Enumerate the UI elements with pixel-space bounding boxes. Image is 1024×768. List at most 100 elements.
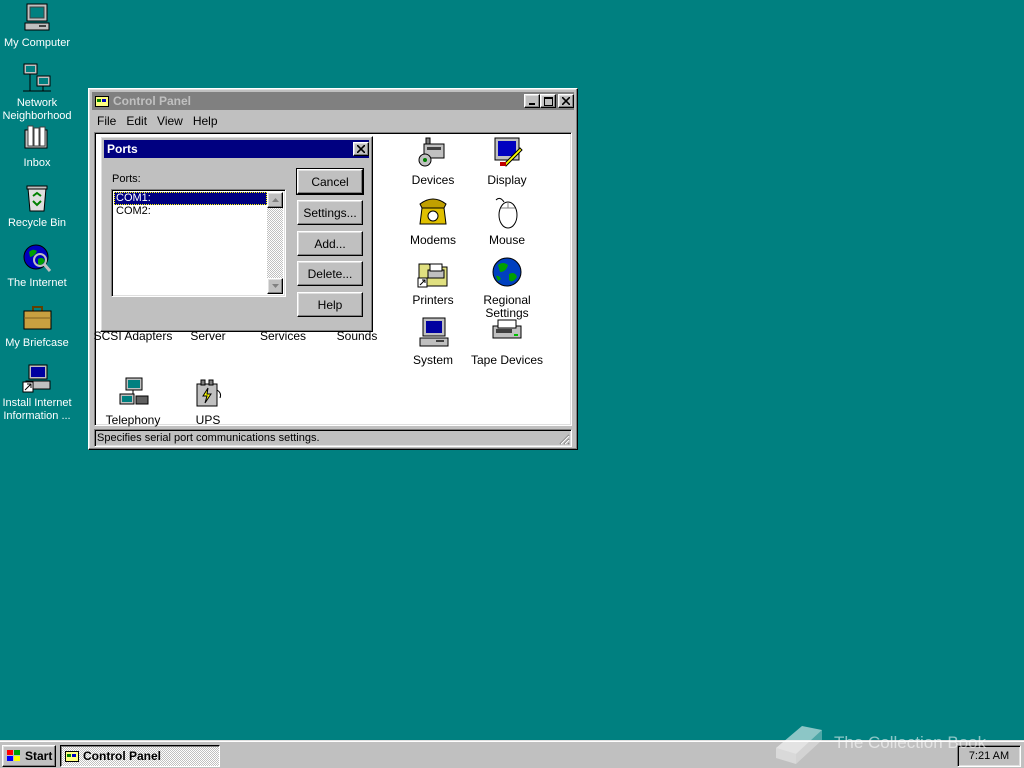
desktop-icon-label: The Internet [7,277,67,289]
maximize-button[interactable] [540,94,556,108]
globe-icon [492,257,522,287]
mouse-icon [495,197,518,229]
system-computer-icon [419,317,449,347]
arrow-down-icon [271,284,279,288]
cp-item-label: Modems [409,233,456,247]
delete-button-label: Delete... [307,266,353,281]
cp-item-label: Display [487,173,527,187]
clock[interactable]: 7:21 AM [969,750,1009,762]
desktop-icon-network-neighborhood[interactable]: Network Neighborhood [0,62,74,123]
inbox-icon [24,125,48,149]
status-text: Specifies serial port communications set… [97,432,320,444]
ports-dialog-titlebar[interactable]: Ports [104,140,369,158]
ports-list-label: Ports: [112,173,141,185]
port-item-label: COM1: [116,192,151,204]
help-button[interactable]: Help [297,292,363,317]
minimize-button[interactable] [524,94,540,108]
menu-view[interactable]: View [152,114,188,128]
computer-icon [24,3,50,31]
cp-item-label: Tape Devices [470,353,544,367]
ports-list: COM1: COM2: [114,192,267,294]
close-icon [357,145,365,153]
desktop-icon-label: Inbox [23,157,51,169]
menu-file-label: File [97,114,117,128]
port-item-com2[interactable]: COM2: [114,205,267,218]
cp-item-label: Devices [411,173,455,187]
ports-scrollbar[interactable] [267,192,283,294]
ports-dialog[interactable]: Ports Ports: COM1: COM2: Cancel Settings… [100,136,373,332]
cp-item-printers[interactable]: Printers [393,256,473,307]
settings-button[interactable]: Settings... [297,200,363,225]
cp-item-tape-devices[interactable]: Tape Devices [467,316,547,367]
settings-button-label: Settings... [303,205,357,220]
port-item-label: COM2: [116,205,151,217]
install-iis-icon [22,364,51,393]
cp-item-ups[interactable]: UPS [168,376,248,427]
menu-edit[interactable]: Edit [121,114,152,128]
desktop-icon-the-internet[interactable]: The Internet [0,242,74,290]
menubar: File Edit View Help [92,111,574,131]
close-icon [562,97,570,105]
desktop-icon-recycle-bin[interactable]: Recycle Bin [0,182,74,230]
cancel-button-label: Cancel [311,174,349,189]
desktop-icon-label: My Computer [3,37,71,49]
menu-file[interactable]: File [92,114,121,128]
control-panel-title: Control Panel [113,94,192,108]
cp-item-regional-settings[interactable]: Regional Settings [467,256,547,320]
recycle-bin-icon [26,185,48,212]
system-tray: 7:21 AM [957,745,1021,767]
menu-view-label: View [157,114,183,128]
tape-drive-icon [492,319,522,339]
cp-item-label: System [412,353,453,367]
minimize-icon [529,103,535,105]
menu-edit-label: Edit [126,114,148,128]
devices-icon [418,137,445,167]
control-panel-icon [65,751,79,762]
control-panel-icon [95,96,109,107]
start-button[interactable]: Start [2,745,56,767]
cp-item-telephony[interactable]: Telephony [93,376,173,427]
cp-item-display[interactable]: Display [467,136,547,187]
desktop-icon-label: Recycle Bin [7,217,67,229]
ports-listbox[interactable]: COM1: COM2: [111,189,286,297]
desktop-icon-my-computer[interactable]: My Computer [0,2,74,50]
cp-item-label: Mouse [488,233,526,247]
add-button[interactable]: Add... [297,231,363,256]
start-label: Start [25,749,53,763]
cancel-button[interactable]: Cancel [296,168,364,195]
taskbar-control-panel-button[interactable]: Control Panel [60,745,220,767]
cp-item-mouse[interactable]: Mouse [467,196,547,247]
status-bar: Specifies serial port communications set… [94,429,572,447]
cp-item-system[interactable]: System [393,316,473,367]
cp-item-modems[interactable]: Modems [393,196,473,247]
desktop-icon-inbox[interactable]: Inbox [0,122,74,170]
close-button[interactable] [558,94,574,108]
taskbar: Start Control Panel 7:21 AM [0,740,1024,768]
desktop-icon-label: My Briefcase [5,337,69,349]
port-item-com1[interactable]: COM1: [114,192,267,205]
control-panel-titlebar[interactable]: Control Panel [92,92,574,110]
network-icon [23,63,51,92]
scroll-down-button[interactable] [267,278,283,294]
desktop-icon-label: Install Internet Information ... [2,397,72,422]
cp-item-label: Printers [412,293,454,307]
internet-globe-icon [23,244,52,272]
cp-item-label: Telephony [105,413,161,427]
briefcase-icon [23,306,52,330]
desktop-icon-label: Network Neighborhood [2,97,72,122]
resize-grip-icon[interactable] [558,433,570,445]
taskbar-button-label: Control Panel [83,749,162,763]
ports-dialog-title: Ports [107,142,138,156]
cp-item-devices[interactable]: Devices [393,136,473,187]
menu-help[interactable]: Help [188,114,223,128]
cp-item-label: UPS [195,413,221,427]
desktop-icon-install-iis[interactable]: Install Internet Information ... [0,362,74,423]
menu-help-label: Help [192,114,218,128]
ports-close-button[interactable] [353,142,369,156]
maximize-icon [543,96,553,106]
help-button-label: Help [317,297,343,312]
delete-button[interactable]: Delete... [297,261,363,286]
desktop-icon-my-briefcase[interactable]: My Briefcase [0,302,74,350]
display-icon [494,137,523,167]
scroll-up-button[interactable] [267,192,283,208]
